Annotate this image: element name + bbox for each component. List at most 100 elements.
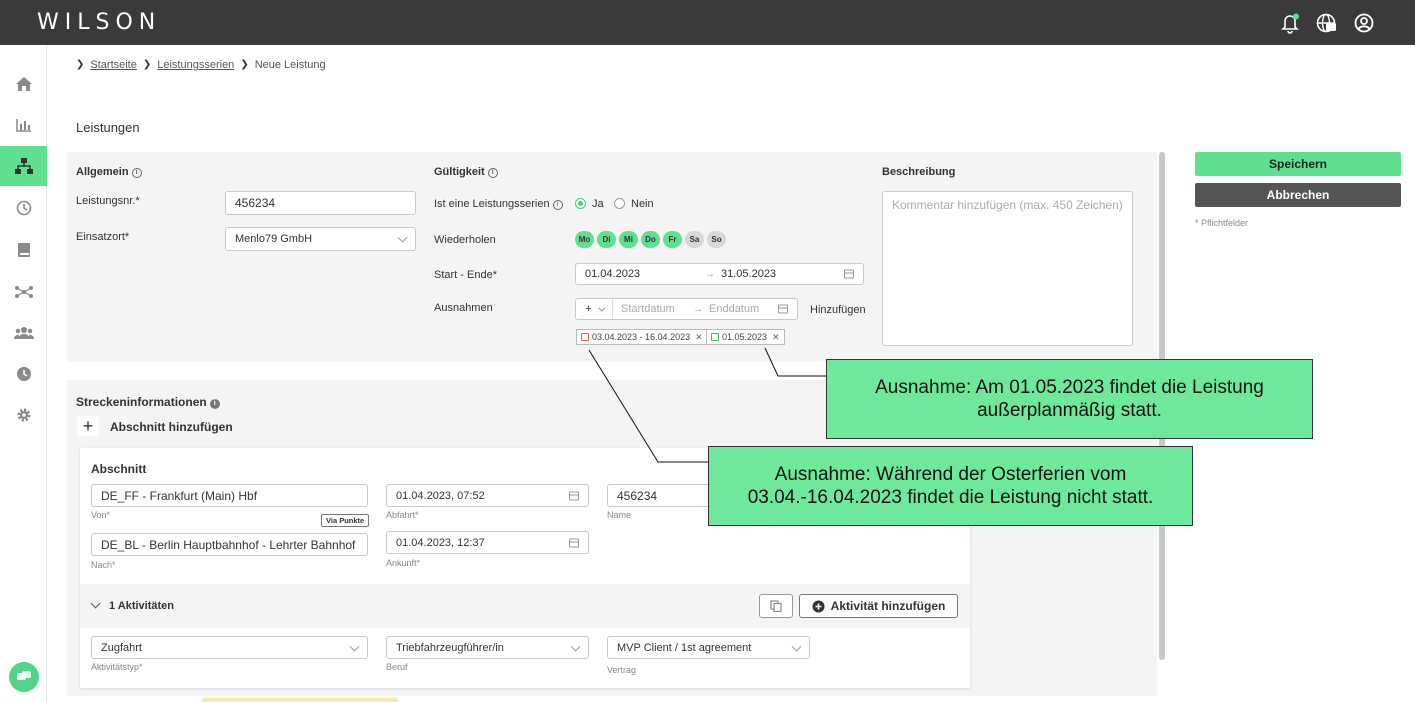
sidebar-item-statistics[interactable] bbox=[0, 105, 47, 145]
chevron-down-icon bbox=[349, 641, 360, 652]
info-icon[interactable]: i bbox=[487, 168, 498, 178]
departure-input[interactable]: 01.04.2023, 07:52 bbox=[386, 484, 589, 507]
add-section-button[interactable]: Abschnitt hinzufügen bbox=[110, 420, 233, 434]
sidebar-item-settings[interactable] bbox=[0, 395, 47, 435]
add-activity-button[interactable]: Aktivität hinzufügen bbox=[799, 594, 958, 618]
exception-start-input[interactable]: Startdatum bbox=[621, 303, 691, 315]
via-points-button[interactable]: Via Punkte bbox=[321, 514, 370, 527]
ausnahmen-label: Ausnahmen bbox=[434, 302, 493, 314]
clock-filled-icon bbox=[16, 367, 31, 381]
callout-exclude: Ausnahme: Während der Osterferien vom 03… bbox=[708, 446, 1193, 526]
sidebar-item-history[interactable] bbox=[0, 188, 47, 228]
departure-label: Abfahrt* bbox=[386, 510, 419, 520]
save-button[interactable]: Speichern bbox=[1195, 152, 1401, 176]
from-label: Von* bbox=[91, 510, 111, 520]
close-icon[interactable]: ✕ bbox=[695, 332, 703, 343]
bell-icon[interactable] bbox=[1279, 12, 1301, 34]
chat-icon bbox=[17, 671, 31, 680]
users-icon bbox=[13, 327, 34, 339]
contract-label: Vertrag bbox=[607, 665, 637, 675]
weekday-fr[interactable]: Fr bbox=[663, 231, 682, 248]
serie-yes-radio[interactable] bbox=[575, 198, 586, 209]
exception-tag-exclude: 03.04.2023 - 16.04.2023 ✕ bbox=[576, 329, 708, 345]
close-icon[interactable]: ✕ bbox=[772, 332, 780, 343]
wiederholen-label: Wiederholen bbox=[434, 234, 496, 246]
highlight-bar bbox=[202, 698, 398, 702]
exception-tag-include: 01.05.2023 ✕ bbox=[706, 329, 785, 345]
top-bar: WILSON bbox=[0, 0, 1415, 45]
end-date[interactable]: 31.05.2023 bbox=[721, 268, 776, 280]
activity-type-label: Aktivitätstyp* bbox=[91, 662, 143, 672]
weekday-sa[interactable]: Sa bbox=[685, 231, 704, 248]
copy-button[interactable] bbox=[759, 594, 793, 618]
einsatzort-label: Einsatzort* bbox=[76, 231, 130, 243]
serie-yes-label: Ja bbox=[592, 198, 604, 210]
calendar-icon bbox=[711, 333, 719, 341]
leistungsnr-input[interactable]: 456234 bbox=[225, 191, 416, 215]
profession-label: Beruf bbox=[386, 662, 408, 672]
ausnahmen-date-range[interactable]: + Startdatum → Enddatum bbox=[575, 298, 798, 320]
plus-icon[interactable]: + bbox=[77, 416, 99, 436]
arrow-right-icon: → bbox=[693, 303, 703, 315]
callout-include: Ausnahme: Am 01.05.2023 findet die Leist… bbox=[826, 359, 1313, 439]
breadcrumb-home-link[interactable]: Startseite bbox=[90, 59, 136, 71]
start-end-date-range[interactable]: 01.04.2023 → 31.05.2023 bbox=[575, 263, 864, 285]
einsatzort-select[interactable]: Menlo79 GmbH bbox=[225, 227, 416, 251]
sidebar-item-team[interactable] bbox=[0, 313, 47, 353]
sidebar-item-book[interactable] bbox=[0, 230, 47, 270]
info-icon[interactable]: i bbox=[209, 399, 220, 409]
sidebar-item-network[interactable] bbox=[0, 272, 47, 312]
chevron-down-icon bbox=[598, 304, 606, 312]
arrival-input[interactable]: 01.04.2023, 12:37 bbox=[386, 531, 589, 554]
weekday-do[interactable]: Do bbox=[641, 231, 660, 248]
user-circle-icon[interactable] bbox=[1353, 12, 1375, 34]
sidebar-item-time[interactable] bbox=[0, 354, 47, 394]
profession-select[interactable]: Triebfahrzeugführer/in bbox=[386, 636, 589, 659]
plus-circle-icon bbox=[812, 600, 825, 612]
cancel-button[interactable]: Abbrechen bbox=[1195, 183, 1401, 207]
sidebar-item-services[interactable] bbox=[0, 146, 47, 186]
serie-no-radio[interactable] bbox=[614, 198, 625, 209]
from-input[interactable]: DE_FF - Frankfurt (Main) Hbf bbox=[91, 484, 368, 507]
home-icon bbox=[15, 77, 32, 91]
description-textarea[interactable]: Kommentar hinzufügen (max. 450 Zeichen) bbox=[882, 191, 1133, 346]
calendar-icon bbox=[581, 333, 589, 341]
calendar-icon bbox=[569, 538, 579, 547]
start-ende-label: Start - Ende* bbox=[434, 269, 497, 281]
required-fields-note: * Pflichtfelder bbox=[1195, 218, 1249, 228]
weekday-mo[interactable]: Mo bbox=[575, 231, 594, 248]
app-logo[interactable]: WILSON bbox=[37, 10, 161, 35]
chevron-right-icon: ❯ bbox=[240, 59, 249, 70]
book-icon bbox=[17, 243, 30, 257]
weekday-di[interactable]: Di bbox=[597, 231, 616, 248]
start-date[interactable]: 01.04.2023 bbox=[585, 268, 700, 280]
to-input[interactable]: DE_BL - Berlin Hauptbahnhof - Lehrter Ba… bbox=[91, 533, 368, 556]
leistungsnr-label: Leistungsnr.* bbox=[76, 195, 140, 207]
section-title: Abschnitt bbox=[91, 462, 147, 476]
chevron-right-icon: ❯ bbox=[76, 59, 85, 70]
copy-icon bbox=[770, 600, 782, 612]
beschreibung-heading: Beschreibung bbox=[882, 166, 956, 178]
activity-type-select[interactable]: Zugfahrt bbox=[91, 636, 368, 659]
calendar-icon bbox=[778, 304, 788, 314]
support-chat-button[interactable] bbox=[9, 662, 39, 692]
chevron-down-icon bbox=[570, 641, 581, 652]
arrival-label: Ankunft* bbox=[386, 558, 421, 568]
info-icon[interactable]: i bbox=[552, 200, 563, 210]
weekday-mi[interactable]: Mi bbox=[619, 231, 638, 248]
globe-chat-icon[interactable] bbox=[1315, 12, 1337, 34]
info-icon[interactable]: i bbox=[131, 168, 142, 178]
breadcrumb-series-link[interactable]: Leistungsserien bbox=[157, 59, 234, 71]
sidebar bbox=[0, 45, 47, 702]
breadcrumb: ❯ Startseite ❯ Leistungsserien ❯ Neue Le… bbox=[76, 59, 326, 71]
page-title: Leistungen bbox=[76, 120, 140, 135]
strecke-heading: Streckeninformationen i bbox=[76, 395, 220, 409]
exception-type-select[interactable]: + bbox=[576, 299, 613, 319]
weekday-so[interactable]: So bbox=[707, 231, 726, 248]
serie-no-label: Nein bbox=[631, 198, 654, 210]
add-exception-button[interactable]: Hinzufügen bbox=[810, 304, 866, 316]
sidebar-item-home[interactable] bbox=[0, 64, 47, 104]
contract-select[interactable]: MVP Client / 1st agreement bbox=[607, 636, 810, 659]
exception-end-input[interactable]: Enddatum bbox=[709, 303, 759, 315]
chevron-down-icon bbox=[791, 641, 802, 652]
